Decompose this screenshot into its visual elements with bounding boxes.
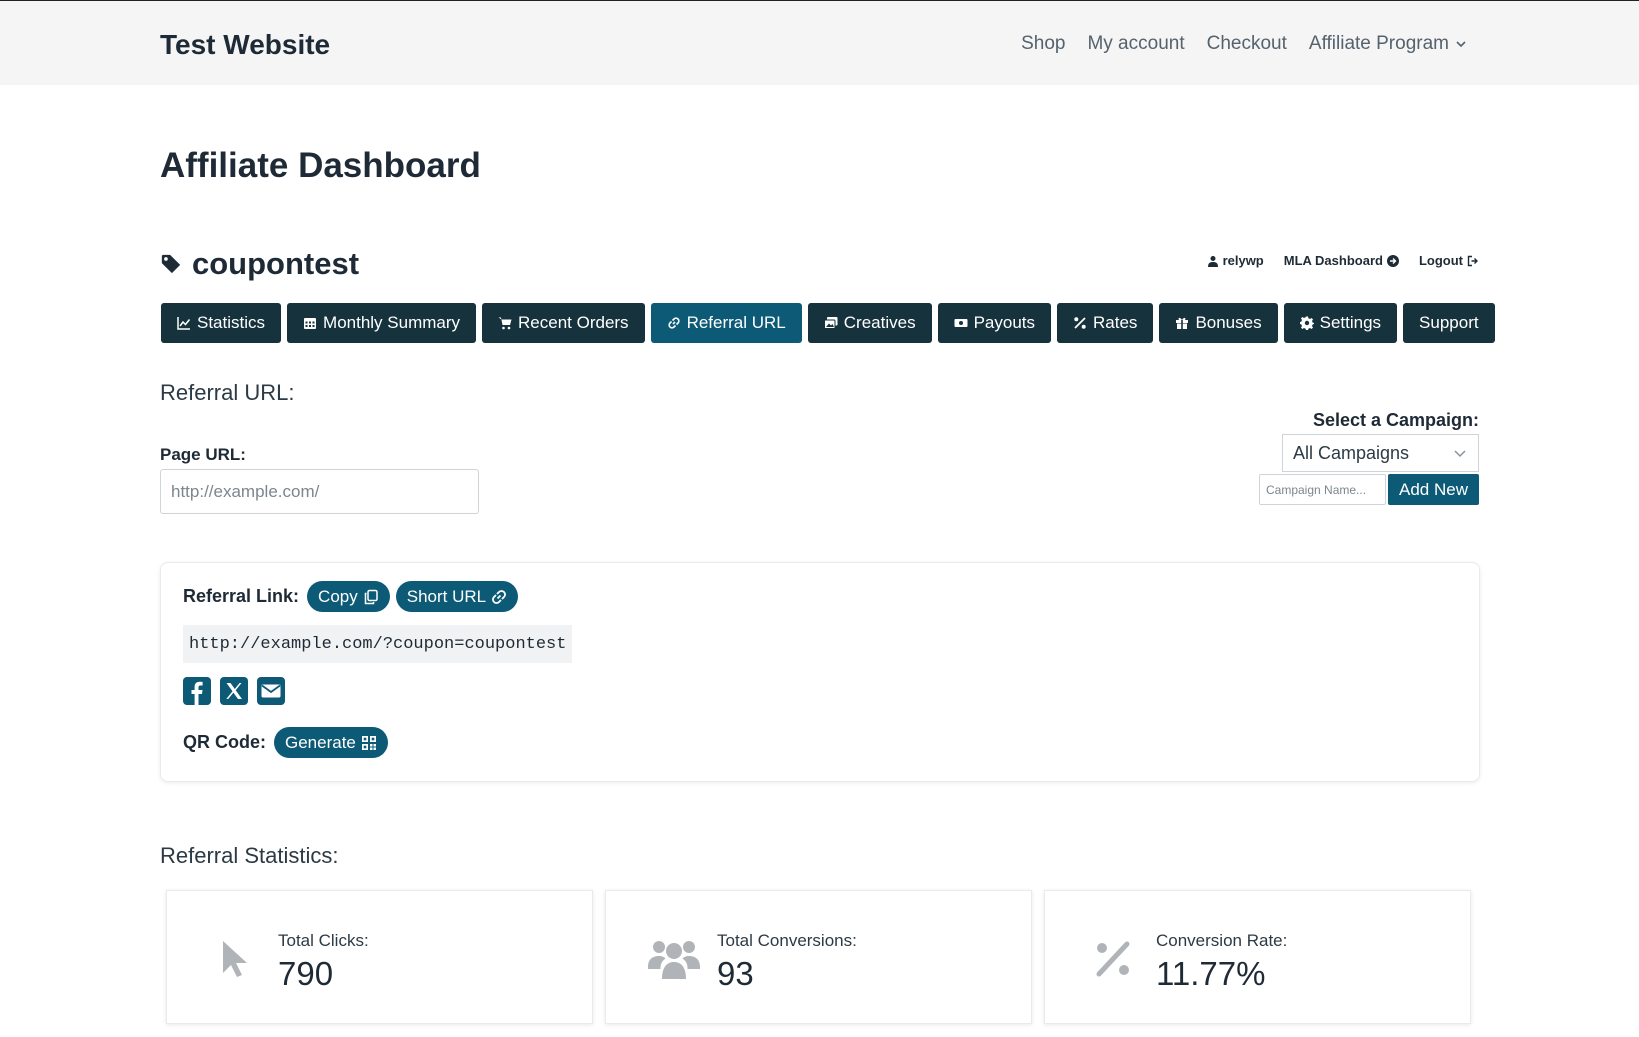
arrow-circle-right-icon	[1386, 254, 1399, 267]
generate-qr-button-label: Generate	[285, 732, 356, 752]
copy-button-label: Copy	[318, 586, 358, 606]
facebook-icon[interactable]	[183, 677, 211, 705]
referral-statistics-heading: Referral Statistics:	[160, 843, 339, 868]
nav-my-account[interactable]: My account	[1087, 33, 1184, 55]
site-header: Test Website Shop My account Checkout Af…	[0, 1, 1639, 85]
tab-bonuses-label: Bonuses	[1195, 313, 1262, 332]
stat-title: Conversion Rate:	[1156, 931, 1288, 950]
pointer-icon	[223, 941, 247, 977]
tab-support-label: Support	[1419, 313, 1479, 332]
sign-out-icon	[1467, 255, 1478, 266]
user-links: relywp MLA Dashboard Logout	[1207, 253, 1479, 268]
tab-monthly-summary-label: Monthly Summary	[323, 313, 461, 332]
stat-value: 11.77%	[1156, 955, 1266, 992]
mla-dashboard-text: MLA Dashboard	[1283, 253, 1383, 268]
qr-code-label: QR Code:	[183, 732, 266, 752]
money-icon	[954, 319, 968, 327]
chart-line-icon	[177, 317, 191, 330]
percent-icon	[1096, 941, 1130, 977]
tab-settings[interactable]: Settings	[1283, 303, 1398, 343]
stat-title: Total Conversions:	[717, 931, 857, 950]
short-url-button-label: Short URL	[406, 586, 487, 606]
dashboard-tabs: Statistics Monthly Summary Recent Orders…	[161, 303, 1495, 343]
tab-payouts-label: Payouts	[973, 313, 1036, 332]
chevron-down-icon	[1454, 450, 1466, 458]
link-icon	[667, 317, 680, 329]
add-new-campaign-button[interactable]: Add New	[1388, 474, 1479, 505]
tab-creatives-label: Creatives	[843, 313, 916, 332]
users-icon	[648, 941, 700, 979]
campaign-name-input[interactable]	[1259, 474, 1386, 505]
campaign-select[interactable]: All Campaigns	[1282, 434, 1479, 472]
tab-payouts[interactable]: Payouts	[937, 303, 1052, 343]
campaign-select-value: All Campaigns	[1293, 442, 1410, 463]
short-url-button[interactable]: Short URL	[395, 581, 519, 612]
stat-card-conversion-rate: Conversion Rate: 11.77%	[1044, 890, 1471, 1024]
tab-statistics[interactable]: Statistics	[161, 303, 282, 343]
tab-support[interactable]: Support	[1403, 303, 1495, 343]
qr-code-row: QR Code: Generate	[183, 727, 388, 758]
stat-value: 790	[278, 955, 334, 992]
tab-monthly-summary[interactable]: Monthly Summary	[287, 303, 477, 343]
stat-icon-wrapper	[207, 935, 263, 983]
link-icon	[492, 589, 507, 604]
nav-checkout[interactable]: Checkout	[1207, 33, 1287, 55]
user-icon	[1207, 255, 1218, 267]
cart-icon	[498, 317, 512, 330]
tab-referral-url[interactable]: Referral URL	[650, 303, 802, 343]
tab-bonuses[interactable]: Bonuses	[1159, 303, 1278, 343]
nav-shop[interactable]: Shop	[1021, 33, 1065, 55]
page-url-input[interactable]	[160, 469, 479, 514]
logout-link[interactable]: Logout	[1419, 253, 1479, 268]
referral-link-label: Referral Link:	[183, 586, 300, 606]
stat-icon-wrapper	[646, 935, 702, 983]
tab-rates[interactable]: Rates	[1057, 303, 1154, 343]
stat-icon-wrapper	[1085, 935, 1141, 983]
affiliate-name: coupontest	[160, 246, 359, 282]
stat-card-total-conversions: Total Conversions: 93	[605, 890, 1032, 1024]
tab-settings-label: Settings	[1319, 313, 1382, 332]
username-link[interactable]: relywp	[1207, 253, 1264, 268]
affiliate-name-text: coupontest	[192, 246, 360, 281]
generate-qr-button[interactable]: Generate	[274, 727, 388, 758]
tab-recent-orders[interactable]: Recent Orders	[482, 303, 645, 343]
mla-dashboard-link[interactable]: MLA Dashboard	[1284, 253, 1399, 268]
page-url-label: Page URL:	[160, 445, 246, 464]
percent-icon	[1074, 317, 1086, 329]
main-nav: Shop My account Checkout Affiliate Progr…	[1021, 33, 1467, 55]
page-title: Affiliate Dashboard	[160, 146, 481, 185]
tag-icon	[161, 254, 181, 274]
stat-value: 93	[717, 955, 754, 992]
gift-icon	[1176, 317, 1189, 329]
username-text: relywp	[1222, 253, 1264, 268]
share-icons	[183, 677, 285, 705]
referral-link-card: Referral Link: Copy Short URL http://exa…	[160, 562, 1480, 782]
copy-icon	[364, 589, 378, 604]
stat-card-total-clicks: Total Clicks: 790	[166, 890, 593, 1024]
copy-button[interactable]: Copy	[307, 581, 390, 612]
gear-icon	[1299, 316, 1314, 330]
site-title[interactable]: Test Website	[160, 29, 330, 61]
tab-rates-label: Rates	[1093, 313, 1138, 332]
tab-creatives[interactable]: Creatives	[807, 303, 932, 343]
referral-link-text[interactable]: http://example.com/?coupon=coupontest	[183, 625, 573, 663]
referral-url-heading: Referral URL:	[160, 380, 295, 405]
images-icon	[823, 317, 838, 329]
nav-affiliate-program[interactable]: Affiliate Program	[1309, 33, 1467, 55]
tab-recent-orders-label: Recent Orders	[518, 313, 629, 332]
campaign-label: Select a Campaign:	[1312, 410, 1479, 430]
x-twitter-icon[interactable]	[220, 677, 248, 705]
email-icon[interactable]	[257, 677, 285, 705]
tab-referral-url-label: Referral URL	[686, 313, 786, 332]
tab-statistics-label: Statistics	[197, 313, 266, 332]
calendar-icon	[304, 318, 317, 329]
logout-text: Logout	[1418, 253, 1463, 268]
qrcode-icon	[361, 735, 376, 750]
chevron-down-icon	[1456, 41, 1466, 48]
referral-link-row: Referral Link: Copy Short URL	[183, 581, 519, 612]
stat-title: Total Clicks:	[278, 931, 369, 950]
nav-affiliate-program-label: Affiliate Program	[1308, 33, 1449, 54]
